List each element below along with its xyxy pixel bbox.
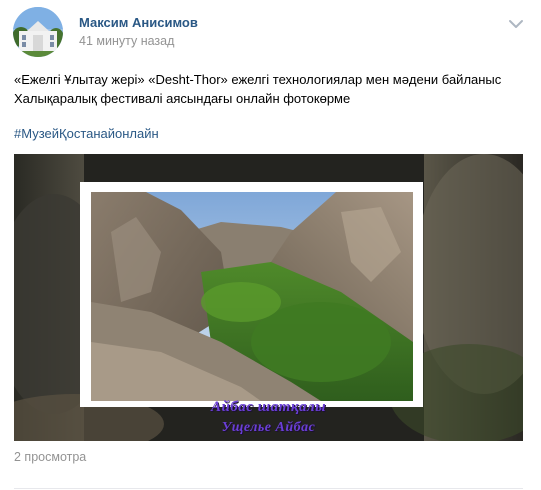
view-count: 2 просмотра	[14, 450, 87, 464]
author-name[interactable]: Максим Анисимов	[79, 15, 198, 30]
divider	[14, 488, 523, 489]
video-player[interactable]: Айбас шатқалы Ущелье Айбас	[14, 154, 523, 441]
video-caption-line2: Ущелье Айбас	[221, 420, 316, 435]
video-caption-line1: Айбас шатқалы	[210, 399, 327, 415]
post-text: «Ежелгі Ұлытау жері» «Desht-Thor» ежелгі…	[14, 72, 502, 106]
video-thumbnail	[14, 154, 523, 441]
hashtag-link[interactable]: #МузейҚостанайонлайн	[14, 126, 159, 141]
avatar-image	[13, 7, 63, 57]
post-timestamp[interactable]: 41 минуту назад	[79, 34, 174, 48]
chevron-down-icon	[509, 20, 523, 28]
avatar[interactable]	[13, 7, 63, 57]
post-menu-button[interactable]	[506, 14, 526, 34]
post: Максим Анисимов 41 минуту назад «Ежелгі …	[0, 0, 541, 490]
